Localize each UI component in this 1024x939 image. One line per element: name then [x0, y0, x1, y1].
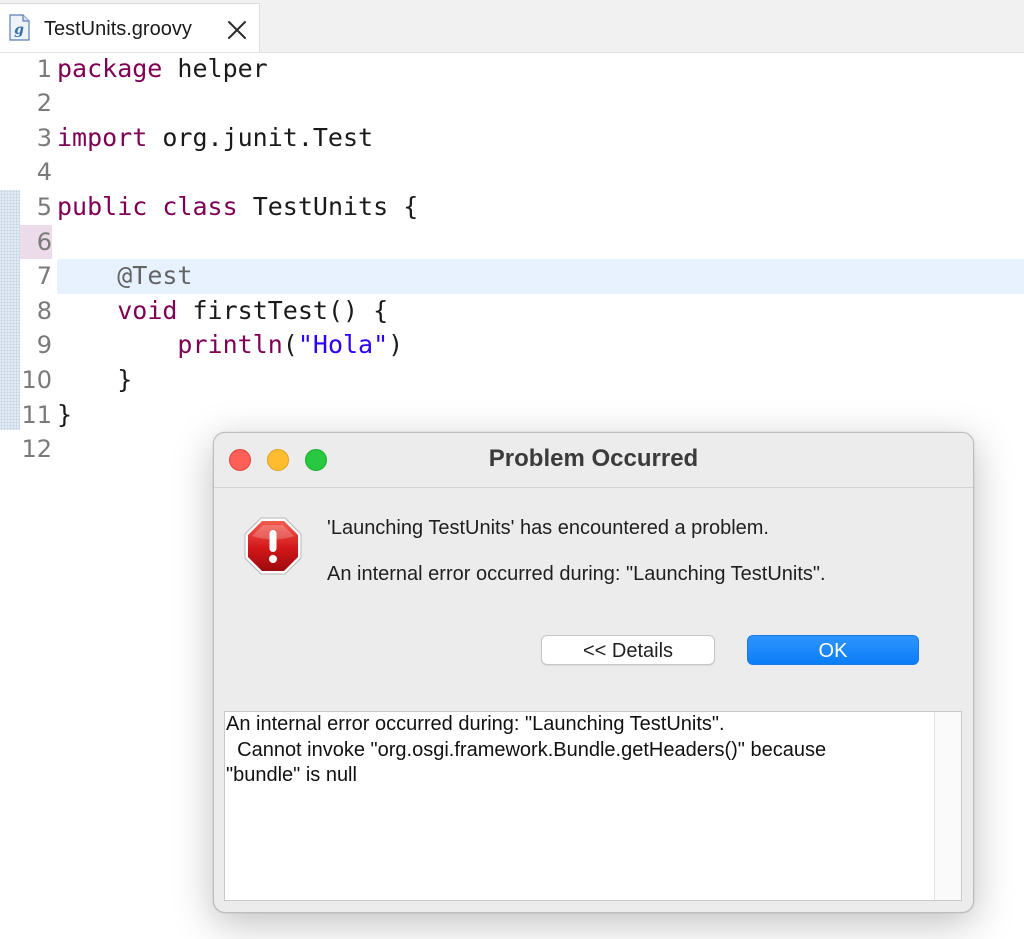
dialog-title: Problem Occurred [488, 445, 699, 472]
line-number: 11 [21, 400, 52, 429]
code-token-kw: package [57, 53, 163, 83]
code-line[interactable]: 1 package helper [0, 52, 1024, 87]
code-text[interactable]: import org.junit.Test [57, 121, 1024, 156]
editor-tab[interactable]: g TestUnits.groovy [0, 3, 260, 52]
code-text[interactable]: void firstTest() { [57, 294, 1024, 329]
line-number: 12 [21, 435, 52, 464]
code-text[interactable]: println("Hola") [57, 328, 1024, 363]
editor-tab-bar: g TestUnits.groovy [0, 0, 1024, 53]
code-line[interactable]: 10 } [0, 363, 1024, 398]
code-text[interactable]: } [57, 363, 1024, 398]
code-token-kw: import [57, 122, 148, 152]
error-detail-message: An internal error occurred during: "Laun… [327, 563, 826, 585]
error-message: 'Launching TestUnits' has encountered a … [327, 517, 769, 539]
line-number: 1 [36, 54, 52, 83]
line-number: 3 [36, 123, 52, 152]
code-line[interactable]: 6 [0, 224, 1024, 260]
line-number: 10 [21, 365, 52, 394]
code-token-ann: @Test [117, 261, 193, 291]
code-text[interactable] [57, 225, 1024, 260]
ok-button[interactable]: OK [747, 635, 919, 665]
line-number: 6 [20, 224, 52, 260]
code-token: ) [388, 330, 404, 360]
code-token: } [57, 399, 73, 429]
line-number: 9 [36, 331, 52, 360]
code-line[interactable]: 4 [0, 155, 1024, 190]
code-line[interactable]: 8 void firstTest() { [0, 294, 1024, 329]
code-token-kw: void [117, 295, 178, 325]
code-token: firstTest() { [177, 295, 389, 325]
code-token-kw: class [162, 191, 238, 221]
code-text[interactable]: public class TestUnits { [57, 190, 1024, 225]
code-token-fn: println [177, 330, 283, 360]
line-number: 8 [36, 296, 52, 325]
code-text[interactable]: package helper [57, 52, 1024, 87]
code-text[interactable] [57, 155, 1024, 190]
code-token: TestUnits { [237, 191, 419, 221]
code-token: helper [162, 53, 268, 83]
groovy-file-icon: g [9, 14, 30, 41]
details-scrollbar[interactable] [934, 712, 961, 900]
app-window: g TestUnits.groovy 1 package helper 2 3 impo… [0, 0, 1024, 939]
code-line[interactable]: 5 public class TestUnits { [0, 190, 1024, 225]
close-icon[interactable] [226, 19, 248, 41]
code-token-str: "Hola" [297, 330, 389, 360]
details-text-area[interactable]: An internal error occurred during: "Laun… [224, 711, 962, 901]
code-token-kw: public [57, 191, 148, 221]
svg-text:g: g [14, 22, 24, 38]
code-text[interactable]: @Test [57, 259, 1024, 294]
dialog-titlebar: Problem Occurred [214, 433, 973, 488]
code-text[interactable]: } [57, 398, 1024, 433]
code-token: ( [282, 330, 298, 360]
details-button[interactable]: << Details [541, 635, 715, 665]
code-token: org.junit.Test [147, 122, 374, 152]
code-line[interactable]: 7 @Test [0, 259, 1024, 294]
tab-title: TestUnits.groovy [44, 18, 192, 40]
problem-dialog: Problem Occurred 'Launching TestUnits' h… [213, 432, 974, 913]
line-number: 2 [36, 89, 52, 118]
line-number: 5 [36, 192, 52, 221]
code-line[interactable]: 2 [0, 86, 1024, 121]
code-token: } [57, 364, 133, 394]
line-number: 4 [36, 158, 52, 187]
code-line[interactable]: 11} [0, 398, 1024, 433]
code-line[interactable]: 9 println("Hola") [0, 328, 1024, 363]
error-stop-icon [244, 517, 302, 575]
line-number: 7 [36, 262, 52, 291]
details-text: An internal error occurred during: "Laun… [226, 713, 827, 786]
code-line[interactable]: 3 import org.junit.Test [0, 121, 1024, 156]
code-text[interactable] [57, 86, 1024, 121]
